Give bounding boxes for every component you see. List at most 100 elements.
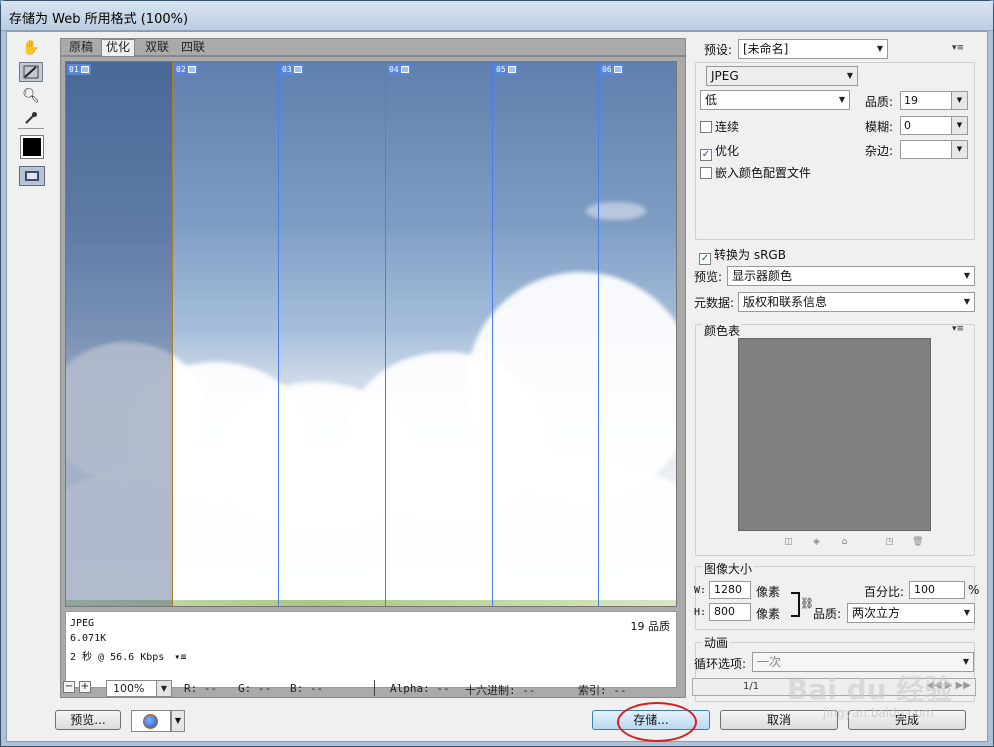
toolbox-divider [18, 128, 44, 129]
map-to-transparent-icon[interactable]: ◫ [783, 537, 794, 547]
new-color-icon[interactable]: ◳ [884, 537, 895, 547]
chevron-down-icon: ▼ [963, 271, 970, 280]
width-label: W: [694, 585, 707, 596]
percent-input[interactable]: 100 [909, 581, 965, 599]
blur-input[interactable]: 0 ▼ [900, 116, 968, 135]
width-input[interactable]: 1280 [709, 581, 751, 599]
height-unit: 像素 [756, 607, 781, 621]
color-table-swatches[interactable] [738, 338, 931, 531]
trash-icon[interactable]: 🗑︎ [912, 537, 923, 547]
download-speed-menu-icon[interactable]: ▾≡ [174, 652, 186, 663]
checkbox-box [700, 121, 712, 133]
image-slice-icon [400, 66, 409, 73]
quality-level-select[interactable]: 低 ▼ [700, 90, 850, 110]
download-time-text: 2 秒 @ 56.6 Kbps [70, 652, 165, 663]
quality-slider-button[interactable]: ▼ [951, 92, 967, 109]
toggle-slices-visibility-icon[interactable] [19, 166, 45, 186]
quality-level-value: 低 [705, 93, 718, 107]
zoom-tool-icon[interactable]: 🔍︎ [19, 86, 43, 106]
slice-divider[interactable] [598, 62, 599, 606]
metadata-label: 元数据: [694, 296, 735, 310]
quality-input[interactable]: 19 ▼ [900, 91, 968, 110]
format-value: JPEG [711, 69, 739, 83]
image-preview[interactable]: 01 02 03 04 05 06 [65, 61, 677, 607]
color-table-title: 颜色表 [702, 322, 743, 339]
resample-quality-label: 品质: [813, 607, 842, 621]
checkbox-checked: ✓ [699, 253, 711, 265]
slice-select-tool-icon[interactable] [19, 62, 43, 82]
tab-optimized[interactable]: 优化 [101, 39, 136, 56]
optimized-checkbox[interactable]: ✓ 优化 [700, 142, 739, 161]
image-slice-icon [613, 66, 622, 73]
preview-mode-value: 显示器颜色 [732, 269, 793, 283]
convert-srgb-checkbox[interactable]: ✓ 转换为 sRGB [699, 246, 786, 265]
link-icon[interactable]: ⛓ [800, 597, 814, 610]
height-input[interactable]: 800 [709, 603, 751, 621]
slice-number: 05 [496, 65, 506, 74]
zoom-in-button[interactable]: + [79, 681, 91, 693]
format-select[interactable]: JPEG ▼ [706, 66, 858, 86]
preset-menu-icon[interactable]: ▾≡ [952, 43, 964, 53]
blur-label: 模糊: [865, 120, 894, 134]
slice-divider[interactable] [385, 62, 386, 606]
blur-value: 0 [904, 119, 911, 132]
slice-number: 06 [602, 65, 612, 74]
tab-4up[interactable]: 四联 [177, 40, 209, 55]
chevron-down-icon[interactable]: ▼ [156, 680, 172, 697]
progressive-label: 连续 [715, 120, 740, 134]
preview-mode-label: 预览: [694, 270, 723, 284]
animation-title: 动画 [702, 634, 731, 651]
title-bar: 存储为 Web 所用格式 (100%) [1, 1, 993, 31]
lock-color-icon[interactable]: ⌂ [839, 537, 850, 547]
slice-tag-06[interactable]: 06 [600, 64, 624, 75]
zoom-out-button[interactable]: − [63, 681, 75, 693]
checkbox-box [700, 167, 712, 179]
preview-frame: 01 02 03 04 05 06 JPEG 6.071K 2 秒 @ 56.6… [60, 56, 686, 698]
preview-button[interactable]: 预览... [55, 710, 121, 730]
chevron-down-icon: ▼ [963, 297, 970, 306]
embed-profile-checkbox[interactable]: 嵌入颜色配置文件 [700, 164, 811, 181]
preset-label: 预设: [704, 43, 733, 57]
image-size-title: 图像大小 [702, 560, 755, 577]
info-download-time: 2 秒 @ 56.6 Kbps ▾≡ [70, 648, 186, 663]
eyedropper-tool-icon[interactable] [19, 108, 43, 128]
preset-select[interactable]: [未命名] ▼ [738, 39, 888, 59]
slice-divider[interactable] [278, 62, 279, 606]
preview-mode-select[interactable]: 显示器颜色 ▼ [727, 266, 975, 286]
baidu-watermark: Bai du 经验 [787, 673, 953, 706]
blur-slider-button[interactable]: ▼ [951, 117, 967, 134]
slice-tag-03[interactable]: 03 [280, 64, 304, 75]
cancel-button[interactable]: 取消 [720, 710, 838, 730]
web-snap-icon[interactable]: ◈ [811, 537, 822, 547]
tab-original[interactable]: 原稿 [65, 40, 97, 55]
optimization-info-panel: JPEG 6.071K 2 秒 @ 56.6 Kbps ▾≡ 19 品质 [65, 611, 677, 688]
slice-tag-01[interactable]: 01 [67, 64, 91, 75]
matte-select[interactable]: ▼ [900, 140, 968, 159]
browser-globe-icon [143, 714, 158, 729]
browser-select-dropdown[interactable]: ▼ [171, 710, 185, 732]
slice-tag-05[interactable]: 05 [494, 64, 518, 75]
slice-divider[interactable] [492, 62, 493, 606]
metadata-select[interactable]: 版权和联系信息 ▼ [738, 292, 975, 312]
color-table-menu-icon[interactable]: ▾≡ [952, 324, 964, 334]
slice-tag-04[interactable]: 04 [387, 64, 411, 75]
blue-readout: B: -- [290, 682, 324, 695]
preview-in-browser-button[interactable] [131, 710, 171, 732]
alpha-readout: Alpha: -- [390, 682, 450, 695]
cloud [586, 202, 646, 220]
slice-tag-02[interactable]: 02 [174, 64, 198, 75]
hand-tool-icon[interactable]: ✋ [19, 38, 43, 58]
progressive-checkbox[interactable]: 连续 [700, 118, 739, 135]
slice-divider[interactable] [172, 62, 173, 606]
metadata-value: 版权和联系信息 [743, 295, 828, 309]
quality-label: 品质: [865, 95, 894, 109]
optimized-label: 优化 [715, 144, 740, 158]
status-divider [374, 680, 375, 696]
selected-slice-overlay [66, 62, 172, 606]
tab-2up[interactable]: 双联 [141, 40, 173, 55]
eyedropper-color-swatch[interactable] [20, 135, 44, 159]
resample-quality-select[interactable]: 两次立方 ▼ [847, 603, 975, 623]
chevron-down-icon[interactable]: ▼ [951, 141, 967, 158]
image-slice-icon [187, 66, 196, 73]
loop-label: 循环选项: [694, 657, 747, 671]
